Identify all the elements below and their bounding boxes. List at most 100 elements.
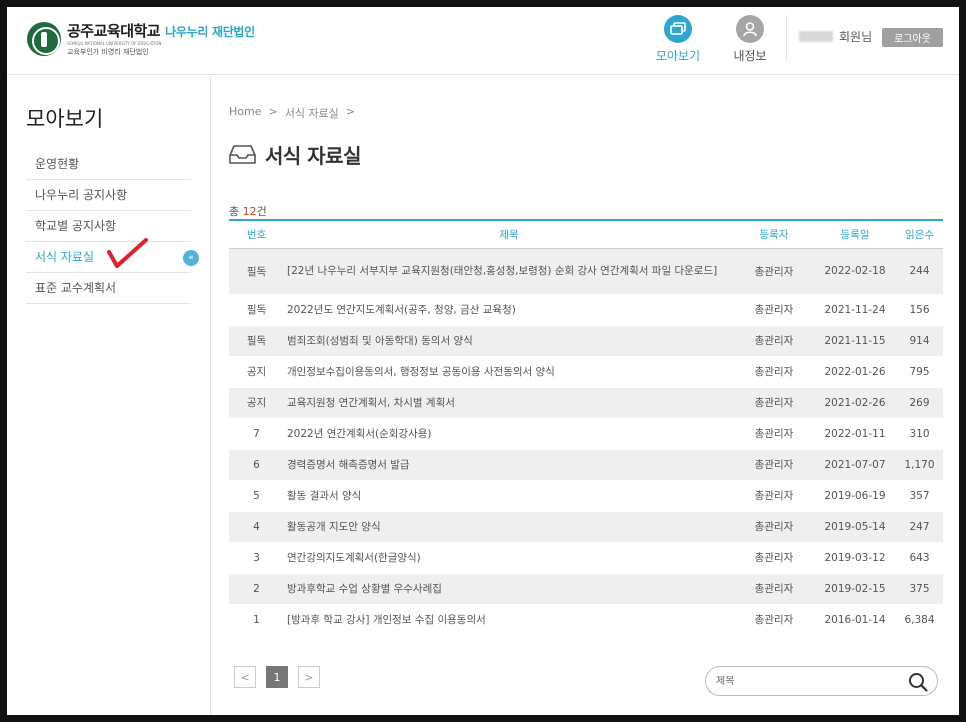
row-number: 5 — [229, 480, 284, 512]
row-views: 795 — [896, 356, 943, 388]
table-row[interactable]: 1 [방과후 학교 강사] 개인정보 수집 이용동의서 총관리자 2016-01-14… — [229, 604, 943, 636]
sidebar-item-operations[interactable]: 운영현황 — [26, 149, 191, 180]
row-title-link[interactable]: 교육지원청 연간계획서, 차시별 계획서 — [284, 387, 734, 419]
table-row[interactable]: 7 2022년 연간계획서(순회강사용) 총관리자 2022-01-11 310 — [229, 418, 943, 450]
prev-page-button[interactable]: < — [234, 666, 256, 688]
table-row[interactable]: 6 경력증명서 해촉증명서 발급 총관리자 2021-07-07 1,170 — [229, 449, 943, 481]
row-views: 156 — [896, 294, 943, 326]
row-views: 247 — [896, 511, 943, 543]
column-header-date: 등록일 — [814, 220, 896, 249]
row-author: 총관리자 — [734, 248, 814, 295]
breadcrumb-current[interactable]: 서식 자료실 — [285, 105, 339, 121]
row-number: 4 — [229, 511, 284, 543]
row-author: 총관리자 — [734, 480, 814, 512]
table-row[interactable]: 2 방과후학교 수업 상황별 우수사례집 총관리자 2019-02-15 375 — [229, 573, 943, 605]
row-views: 310 — [896, 418, 943, 450]
row-author: 총관리자 — [734, 573, 814, 605]
row-title-link[interactable]: 개인정보수집이용동의서, 행정정보 공동이용 사전동의서 양식 — [284, 356, 734, 388]
row-title-link[interactable]: 2022년도 연간지도계획서(공주, 청양, 금산 교육청) — [284, 294, 734, 326]
user-suffix: 회원님 — [839, 30, 873, 44]
table-row[interactable]: 3 연간강의지도계획서(한글양식) 총관리자 2019-03-12 643 — [229, 542, 943, 574]
inbox-icon — [229, 145, 256, 164]
row-title-link[interactable]: 2022년 연간계획서(순회강사용) — [284, 418, 734, 450]
nav-collect-button[interactable]: 모아보기 — [648, 15, 708, 64]
search-box — [705, 666, 938, 696]
row-date: 2019-03-12 — [814, 542, 896, 574]
sidebar-item-nownuri-notices[interactable]: 나우누리 공지사항 — [26, 180, 191, 211]
site-logo[interactable]: 공주교육대학교 나우누리 재단법인 GONGJU NATIONAL UNIVER… — [27, 20, 255, 57]
red-checkmark-annotation — [107, 238, 148, 268]
row-number: 6 — [229, 449, 284, 481]
pagination: < 1 > — [234, 666, 320, 688]
table-body: 필독 [22년 나우누리 서부지부 교육지원청(태안청,홍성청,보령청) 순회 강… — [229, 248, 943, 636]
row-views: 269 — [896, 387, 943, 419]
row-number: 필독 — [229, 294, 284, 326]
breadcrumb-home[interactable]: Home — [229, 105, 261, 121]
column-header-author: 등록자 — [734, 220, 814, 249]
row-number: 필독 — [229, 325, 284, 357]
row-date: 2016-01-14 — [814, 604, 896, 636]
row-author: 총관리자 — [734, 325, 814, 357]
row-title-link[interactable]: 연간강의지도계획서(한글양식) — [284, 542, 734, 574]
row-date: 2021-11-24 — [814, 294, 896, 326]
table-row[interactable]: 필독 [22년 나우누리 서부지부 교육지원청(태안청,홍성청,보령청) 순회 강… — [229, 248, 943, 295]
app-window: 공주교육대학교 나우누리 재단법인 GONGJU NATIONAL UNIVER… — [7, 7, 959, 715]
row-author: 총관리자 — [734, 604, 814, 636]
sidebar: 모아보기 운영현황 나우누리 공지사항 학교별 공지사항 서식 자료실 « 표준… — [7, 76, 211, 715]
row-title-link[interactable]: 방과후학교 수업 상황별 우수사례집 — [284, 573, 734, 605]
breadcrumb: Home > 서식 자료실 > — [229, 105, 355, 121]
row-title-link[interactable]: 범죄조회(성범죄 및 아동학대) 동의서 양식 — [284, 325, 734, 357]
logo-english: GONGJU NATIONAL UNIVERSITY OF EDUCATION — [67, 41, 162, 46]
row-title-link[interactable]: [방과후 학교 강사] 개인정보 수집 이용동의서 — [284, 604, 734, 636]
column-header-title: 제목 — [284, 220, 734, 249]
total-count-value: 12 — [242, 205, 257, 218]
user-greeting: 회원님 — [799, 28, 872, 45]
sidebar-title: 모아보기 — [26, 107, 104, 131]
column-header-number: 번호 — [229, 220, 284, 249]
next-page-button[interactable]: > — [298, 666, 320, 688]
row-number: 1 — [229, 604, 284, 636]
breadcrumb-separator-icon: > — [345, 105, 356, 118]
university-emblem-icon — [27, 21, 61, 56]
row-number: 공지 — [229, 387, 284, 419]
row-title-link[interactable]: 활동공개 지도안 양식 — [284, 511, 734, 543]
row-author: 총관리자 — [734, 511, 814, 543]
table-row[interactable]: 공지 개인정보수집이용동의서, 행정정보 공동이용 사전동의서 양식 총관리자 202… — [229, 356, 943, 388]
search-icon[interactable] — [908, 672, 928, 692]
row-author: 총관리자 — [734, 294, 814, 326]
row-views: 244 — [896, 248, 943, 295]
table-row[interactable]: 공지 교육지원청 연간계획서, 차시별 계획서 총관리자 2021-02-26 269 — [229, 387, 943, 419]
sidebar-item-syllabus[interactable]: 표준 교수계획서 — [26, 273, 191, 304]
collect-icon — [664, 15, 692, 43]
logo-name: 공주교육대학교 — [67, 22, 161, 40]
page-number-button[interactable]: 1 — [266, 666, 288, 688]
row-number: 7 — [229, 418, 284, 450]
row-title-link[interactable]: 경력증명서 해촉증명서 발급 — [284, 449, 734, 481]
logout-button[interactable]: 로그아웃 — [882, 28, 943, 47]
row-date: 2022-02-18 — [814, 248, 896, 295]
page-title-text: 서식 자료실 — [265, 144, 361, 168]
row-date: 2022-01-11 — [814, 418, 896, 450]
row-author: 총관리자 — [734, 387, 814, 419]
nav-myinfo-button[interactable]: 내정보 — [720, 15, 780, 64]
row-number: 2 — [229, 573, 284, 605]
table-row[interactable]: 5 활동 결과서 양식 총관리자 2019-06-19 357 — [229, 480, 943, 512]
nav-collect-label: 모아보기 — [655, 49, 701, 63]
table-header-row: 번호 제목 등록자 등록일 읽은수 — [229, 220, 943, 249]
row-title-link[interactable]: [22년 나우누리 서부지부 교육지원청(태안청,홍성청,보령청) 순회 강사 … — [284, 248, 734, 295]
row-date: 2019-02-15 — [814, 573, 896, 605]
row-author: 총관리자 — [734, 449, 814, 481]
row-views: 375 — [896, 573, 943, 605]
table-row[interactable]: 필독 2022년도 연간지도계획서(공주, 청양, 금산 교육청) 총관리자 2021… — [229, 294, 943, 326]
header-divider — [786, 15, 787, 61]
row-author: 총관리자 — [734, 418, 814, 450]
search-input[interactable] — [716, 675, 896, 687]
site-header: 공주교육대학교 나우누리 재단법인 GONGJU NATIONAL UNIVER… — [7, 7, 959, 75]
row-date: 2021-11-15 — [814, 325, 896, 357]
logo-tagline: 교육부인가 비영리 재단법인 — [67, 48, 149, 56]
sidebar-menu: 운영현황 나우누리 공지사항 학교별 공지사항 서식 자료실 « 표준 교수계획… — [26, 149, 199, 304]
table-row[interactable]: 필독 범죄조회(성범죄 및 아동학대) 동의서 양식 총관리자 2021-11-15 9… — [229, 325, 943, 357]
table-row[interactable]: 4 활동공개 지도안 양식 총관리자 2019-05-14 247 — [229, 511, 943, 543]
row-title-link[interactable]: 활동 결과서 양식 — [284, 480, 734, 512]
page-title: 서식 자료실 — [229, 140, 361, 169]
